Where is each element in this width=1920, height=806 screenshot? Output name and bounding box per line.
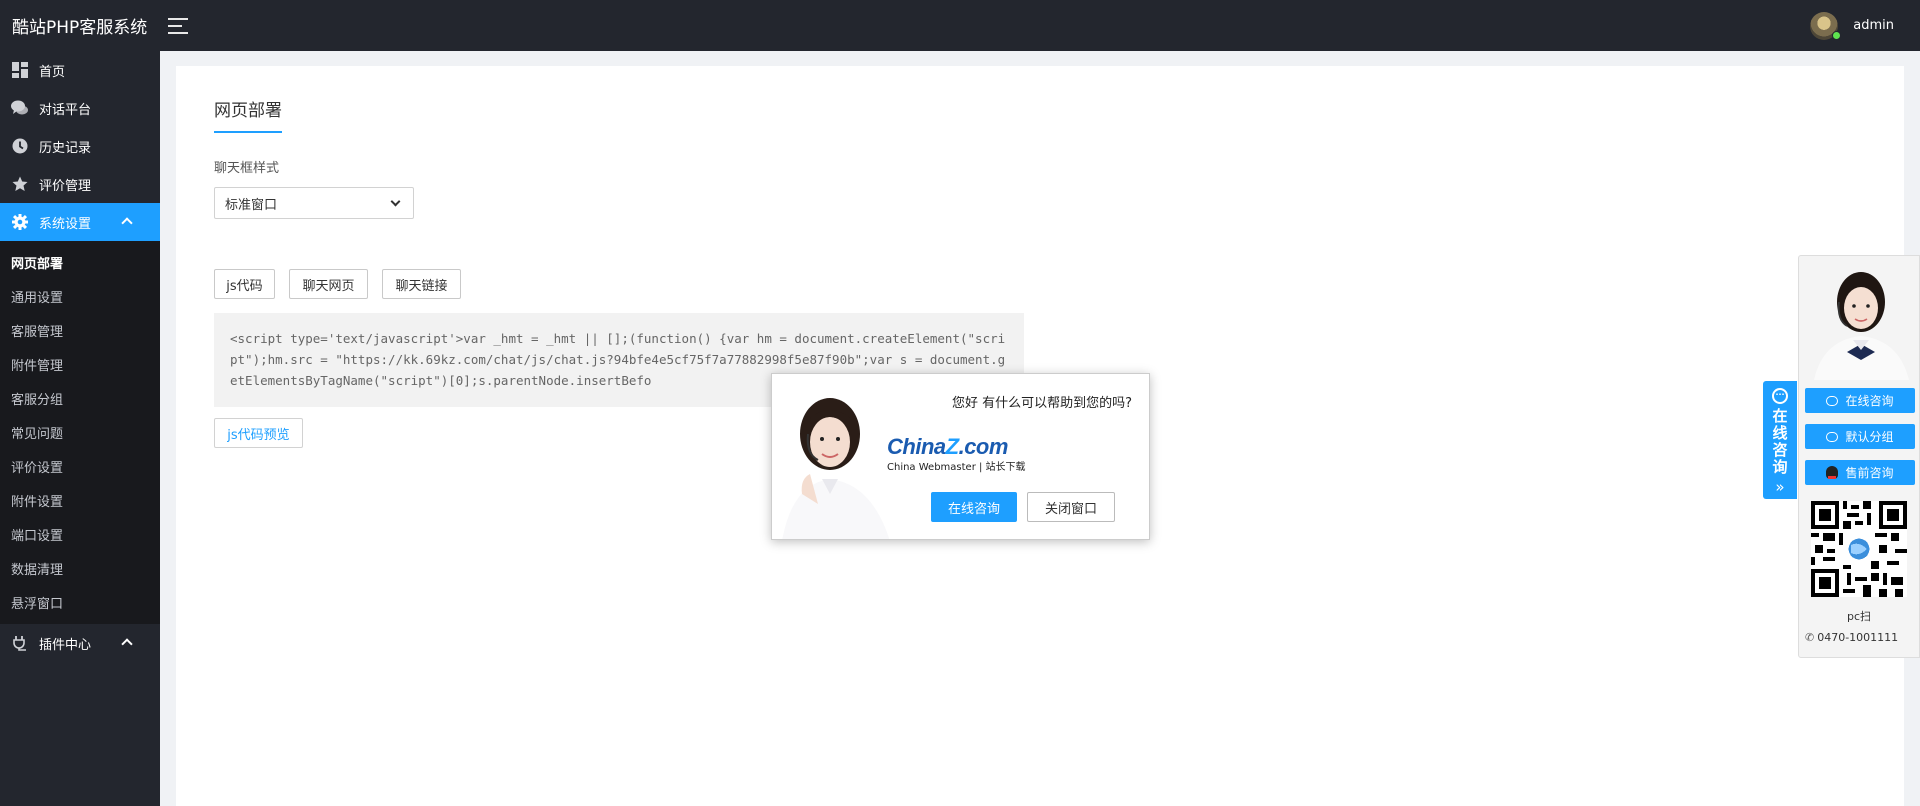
submenu-item-general[interactable]: 通用设置	[0, 279, 160, 313]
sidebar-item-chat[interactable]: 对话平台	[0, 89, 160, 127]
user-area[interactable]: admin	[1810, 11, 1920, 40]
dashboard-icon	[11, 62, 28, 79]
gear-icon	[11, 214, 28, 231]
submenu-item-faq[interactable]: 常见问题	[0, 415, 160, 449]
menu-toggle-icon[interactable]	[168, 17, 188, 34]
submenu-item-port-settings[interactable]: 端口设置	[0, 517, 160, 551]
popup-close-button[interactable]: 关闭窗口	[1027, 492, 1115, 522]
agent-photo	[1809, 264, 1914, 380]
floating-service-panel: 在线咨询 默认分组 售前咨询 pc扫 ✆ 0470-1001111	[1798, 255, 1920, 658]
popup-consult-button[interactable]: 在线咨询	[931, 492, 1017, 522]
chat-icon	[11, 100, 28, 117]
online-status-icon	[1832, 30, 1842, 40]
app-logo[interactable]: 酷站PHP客服系统	[0, 13, 160, 38]
clock-icon	[11, 138, 28, 155]
phone-number: 0470-1001111	[1817, 631, 1899, 644]
star-icon	[11, 176, 28, 193]
phone-icon: ✆	[1805, 631, 1815, 644]
chevron-down-icon	[390, 196, 401, 207]
chat-icon	[1826, 395, 1839, 406]
sidebar-item-history[interactable]: 历史记录	[0, 127, 160, 165]
submenu-item-deploy[interactable]: 网页部署	[0, 245, 160, 279]
tab-chat-link[interactable]: 聊天链接	[382, 269, 461, 299]
submenu-item-attachment-settings[interactable]: 附件设置	[0, 483, 160, 517]
submenu-item-groups[interactable]: 客服分组	[0, 381, 160, 415]
chat-invite-popup: 您好 有什么可以帮助到您的吗? ChinaZ.com China Webmast…	[771, 373, 1150, 540]
chat-style-value: 标准窗口	[225, 197, 278, 213]
scan-hint: pc扫	[1846, 610, 1872, 623]
sidebar-item-reviews[interactable]: 评价管理	[0, 165, 160, 203]
submenu-item-agents[interactable]: 客服管理	[0, 313, 160, 347]
sidebar-item-label: 对话平台	[39, 102, 92, 118]
tab-js-code[interactable]: js代码	[214, 269, 275, 299]
sidebar-item-home[interactable]: 首页	[0, 51, 160, 89]
top-header: 酷站PHP客服系统 admin	[0, 0, 1920, 51]
submenu-item-attachments[interactable]: 附件管理	[0, 347, 160, 381]
sidebar-item-label: 历史记录	[39, 140, 92, 156]
phone-contact: ✆ 0470-1001111	[1805, 631, 1898, 644]
plug-icon	[11, 635, 28, 652]
page-title: 网页部署	[214, 96, 282, 133]
popup-message: 您好 有什么可以帮助到您的吗?	[951, 396, 1132, 411]
submenu-item-floating-window[interactable]: 悬浮窗口	[0, 585, 160, 619]
sidebar-item-plugins[interactable]: 插件中心	[0, 624, 160, 662]
submenu-item-review-settings[interactable]: 评价设置	[0, 449, 160, 483]
sidebar-item-label: 评价管理	[39, 178, 92, 194]
qq-penguin-icon	[1826, 466, 1839, 479]
chevron-up-icon	[121, 638, 133, 650]
avatar[interactable]	[1810, 11, 1842, 40]
settings-submenu: 网页部署 通用设置 客服管理 附件管理 客服分组 常见问题 评价设置 附件设置 …	[0, 241, 160, 624]
float-online-consult-button[interactable]: 在线咨询	[1805, 388, 1915, 413]
tab-chat-page[interactable]: 聊天网页	[289, 269, 368, 299]
sidebar-item-label: 插件中心	[39, 637, 92, 653]
brand-logo: ChinaZ.com China Webmaster | 站长下载	[887, 434, 1026, 473]
float-default-group-button[interactable]: 默认分组	[1805, 424, 1915, 449]
sidebar-item-settings[interactable]: 系统设置	[0, 203, 160, 241]
js-preview-button[interactable]: js代码预览	[214, 418, 303, 448]
chevron-up-icon	[121, 217, 133, 229]
chat-style-label: 聊天框样式	[214, 161, 280, 176]
floating-consult-tab[interactable]: ··· 在线咨询 »	[1763, 381, 1797, 499]
username[interactable]: admin	[1853, 18, 1894, 33]
sidebar: 首页 对话平台 历史记录 评价管理 系统设置 网页部署 通用设置 客服管理 附件…	[0, 51, 160, 806]
chat-icon	[1826, 431, 1839, 442]
double-chevron-icon: »	[1775, 478, 1785, 496]
sidebar-item-label: 系统设置	[39, 216, 92, 232]
chat-style-select[interactable]: 标准窗口	[214, 187, 414, 219]
float-presales-button[interactable]: 售前咨询	[1805, 460, 1915, 485]
chat-bubble-icon: ···	[1772, 388, 1788, 404]
sidebar-item-label: 首页	[39, 64, 66, 80]
floating-tab-text: 在线咨询	[1772, 407, 1788, 476]
qr-code	[1811, 501, 1907, 597]
submenu-item-data-cleanup[interactable]: 数据清理	[0, 551, 160, 585]
